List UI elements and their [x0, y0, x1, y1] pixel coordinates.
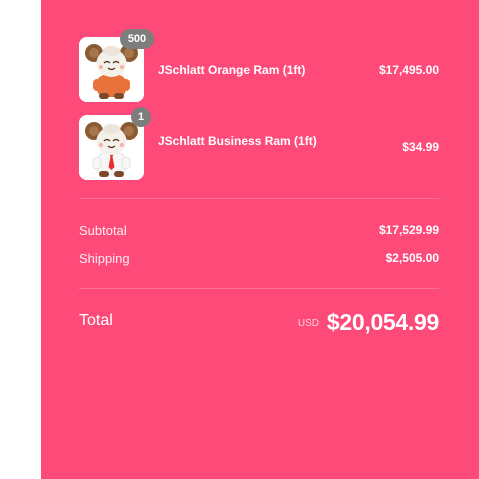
shipping-value: $2,505.00	[385, 251, 439, 265]
total-label: Total	[79, 312, 113, 329]
currency-code: USD	[297, 318, 319, 329]
divider	[79, 288, 439, 289]
cart-item-orange-ram: 500 JSchlatt Orange Ram (1ft) $17,495.00	[79, 29, 439, 102]
quantity-badge: 1	[131, 107, 151, 127]
subtotal-label: Subtotal	[79, 223, 127, 238]
total-value: $20,054.99	[326, 309, 439, 335]
cart-item-business-ram: 1 JSchlatt Business Ram (1ft) $34.99	[79, 107, 439, 180]
shipping-label: Shipping	[79, 251, 130, 266]
product-name: JSchlatt Orange Ram (1ft)	[158, 63, 306, 77]
quantity-badge: 500	[120, 29, 154, 49]
product-price: $17,495.00	[378, 63, 439, 77]
subtotal-value: $17,529.99	[378, 223, 439, 237]
divider	[79, 198, 439, 199]
product-price: $34.99	[402, 140, 439, 154]
product-name: JSchlatt Business Ram (1ft)	[158, 134, 317, 148]
